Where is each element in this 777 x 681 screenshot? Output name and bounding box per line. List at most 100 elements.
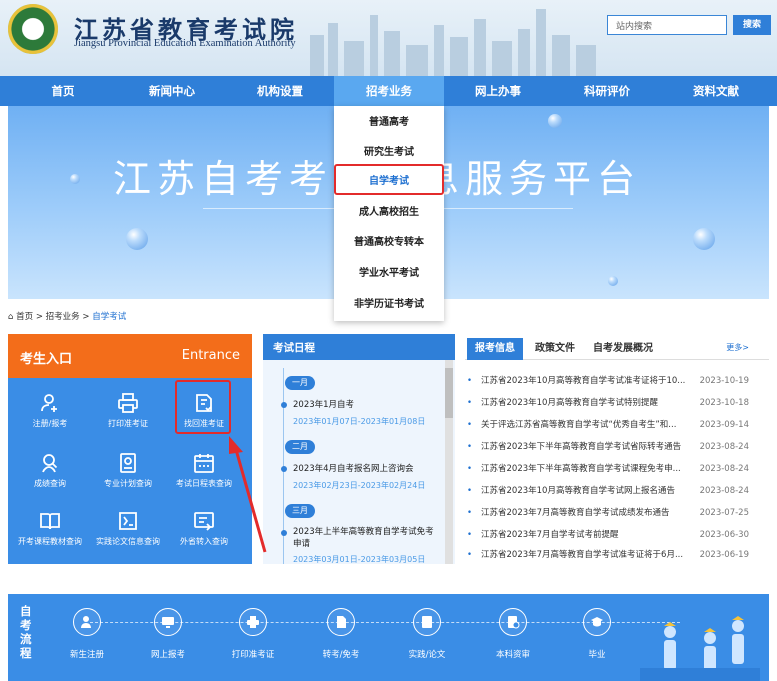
bullet-icon: • <box>467 420 473 430</box>
news-title[interactable]: 关于评选江苏省高等教育自学考试“优秀自考生”和... <box>481 416 691 434</box>
news-title[interactable]: 江苏省2023年下半年高等教育自学考试课程免考申... <box>481 460 691 478</box>
breadcrumb-separator: > <box>82 312 93 322</box>
transfer-icon <box>194 512 214 531</box>
news-item[interactable]: • 江苏省2023年7月高等教育自学考试准考证将于6月... 2023-06-19 <box>465 546 769 564</box>
entrance-exam-schedule[interactable]: 考试日程表查询 <box>164 452 244 489</box>
dropdown-item-adult-admission[interactable]: 成人高校招生 <box>334 198 444 228</box>
event-title[interactable]: 2023年上半年高等教育自学考试免考申请 <box>293 526 441 550</box>
schedule-title: 考试日程 <box>263 334 455 360</box>
nav-item-organization[interactable]: 机构设置 <box>225 76 335 106</box>
bullet-icon: • <box>467 486 473 496</box>
nav-item-admission[interactable]: 招考业务 <box>334 76 444 106</box>
step-practice-paper[interactable]: 实践/论文 <box>392 608 462 660</box>
event-title[interactable]: 2023年4月自考报名网上咨询会 <box>293 462 414 474</box>
news-item[interactable]: • 江苏省2023年10月高等教育自学考试网上报名通告 2023-08-24 <box>465 482 769 500</box>
step-online-apply[interactable]: 网上报考 <box>133 608 203 660</box>
entrance-label: 外省转入查询 <box>180 537 228 546</box>
more-link[interactable]: 更多> <box>726 342 749 353</box>
search-button[interactable]: 搜索 <box>733 15 771 35</box>
news-date: 2023-06-19 <box>699 550 749 560</box>
event-date: 2023年02月23日-2023年02月24日 <box>293 481 426 490</box>
step-label: 打印准考证 <box>231 650 275 660</box>
nav-item-online-services[interactable]: 网上办事 <box>443 76 553 106</box>
month-badge: 三月 <box>285 504 315 518</box>
news-title[interactable]: 江苏省2023年10月高等教育自学考试准考证将于10... <box>481 372 691 390</box>
step-label: 网上报考 <box>150 650 185 660</box>
news-title[interactable]: 江苏省2023年10月高等教育自学考试特别提醒 <box>481 394 691 412</box>
dropdown-item-certificate[interactable]: 非学历证书考试 <box>334 290 444 320</box>
scrollbar-thumb[interactable] <box>445 368 453 418</box>
news-title[interactable]: 江苏省2023年7月自学考试考前提醒 <box>481 526 691 544</box>
entrance-label: 成绩查询 <box>34 479 66 488</box>
calendar-icon <box>194 454 214 473</box>
news-item[interactable]: • 关于评选江苏省高等教育自学考试“优秀自考生”和... 2023-09-14 <box>465 416 769 434</box>
entrance-header: 考生入口 Entrance <box>8 334 252 378</box>
site-logo[interactable] <box>8 4 58 54</box>
decorative-orb <box>70 174 80 184</box>
exam-schedule-panel: 考试日程 一月 2023年1月自考 2023年01月07日-2023年01月08… <box>263 334 455 564</box>
news-item[interactable]: • 江苏省2023年7月高等教育自学考试成绩发布通告 2023-07-25 <box>465 504 769 522</box>
event-date: 2023年03月01日-2023年03月05日 <box>293 555 426 564</box>
entrance-print-admission[interactable]: 打印准考证 <box>88 392 168 429</box>
news-date: 2023-08-24 <box>699 486 749 496</box>
entrance-title-en: Entrance <box>181 348 240 363</box>
entrance-course-books[interactable]: 开考课程教材查询 <box>10 510 90 547</box>
main-nav: 首页 新闻中心 机构设置 招考业务 网上办事 科研评价 资料文献 <box>0 76 777 106</box>
review-icon <box>508 616 520 629</box>
tab-policy-docs[interactable]: 政策文件 <box>527 338 583 360</box>
news-item[interactable]: • 江苏省2023年10月高等教育自学考试特别提醒 2023-10-18 <box>465 394 769 412</box>
event-title[interactable]: 2023年1月自考 <box>293 398 354 410</box>
entrance-register[interactable]: 注册/报考 <box>10 392 90 429</box>
breadcrumb-admission[interactable]: 招考业务 <box>46 312 80 322</box>
entrance-label: 打印准考证 <box>108 419 148 428</box>
breadcrumb-home[interactable]: 首页 <box>16 312 33 322</box>
admission-dropdown-menu: 普通高考 研究生考试 自学考试 成人高校招生 普通高校专转本 学业水平考试 非学… <box>334 106 444 321</box>
news-title[interactable]: 江苏省2023年10月高等教育自学考试网上报名通告 <box>481 482 691 500</box>
news-title[interactable]: 江苏省2023年7月高等教育自学考试成绩发布通告 <box>481 504 691 522</box>
news-title[interactable]: 江苏省2023年7月高等教育自学考试准考证将于6月... <box>481 546 691 564</box>
news-title[interactable]: 江苏省2023年下半年高等教育自学考试省际转考通告 <box>481 438 691 456</box>
news-item[interactable]: • 江苏省2023年7月自学考试考前提醒 2023-06-30 <box>465 526 769 544</box>
step-graduation[interactable]: 毕业 <box>562 608 632 660</box>
nav-item-research[interactable]: 科研评价 <box>552 76 662 106</box>
city-skyline-decoration <box>310 9 596 76</box>
news-item[interactable]: • 江苏省2023年下半年高等教育自学考试省际转考通告 2023-08-24 <box>465 438 769 456</box>
dropdown-item-academic-level[interactable]: 学业水平考试 <box>334 259 444 289</box>
nav-item-home[interactable]: 首页 <box>8 76 118 106</box>
book-icon <box>40 513 60 530</box>
entrance-transfer-in[interactable]: 外省转入查询 <box>164 510 244 547</box>
month-badge: 二月 <box>285 440 315 454</box>
entrance-score-search[interactable]: 成绩查询 <box>10 452 90 489</box>
nav-item-news[interactable]: 新闻中心 <box>117 76 227 106</box>
schedule-scrollbar[interactable] <box>445 360 453 564</box>
bullet-icon: • <box>467 464 473 474</box>
tab-development[interactable]: 自考发展概况 <box>585 338 661 360</box>
dropdown-item-gaokao[interactable]: 普通高考 <box>334 108 444 138</box>
news-item[interactable]: • 江苏省2023年10月高等教育自学考试准考证将于10... 2023-10-19 <box>465 372 769 390</box>
step-new-register[interactable]: 新生注册 <box>52 608 122 660</box>
dropdown-item-upgrade[interactable]: 普通高校专转本 <box>334 228 444 258</box>
printer-icon <box>247 616 259 628</box>
bullet-icon: • <box>467 530 473 540</box>
user-icon <box>81 616 91 628</box>
entrance-label: 考试日程表查询 <box>176 479 232 488</box>
breadcrumb-current[interactable]: 自学考试 <box>92 312 126 322</box>
tab-exam-info[interactable]: 报考信息 <box>467 338 523 360</box>
timeline-dot <box>281 402 287 408</box>
step-print-admission[interactable]: 打印准考证 <box>218 608 288 660</box>
search-input[interactable]: 站内搜索 <box>607 15 727 35</box>
step-bachelor-review[interactable]: 本科资审 <box>478 608 548 660</box>
site-header: 江苏省教育考试院 Jiangsu Provincial Education Ex… <box>0 0 777 76</box>
entrance-major-plan[interactable]: 专业计划查询 <box>88 452 168 489</box>
bullet-icon: • <box>467 398 473 408</box>
step-label: 实践/论文 <box>408 650 446 660</box>
site-subtitle: Jiangsu Provincial Education Examination… <box>74 38 296 49</box>
step-label: 本科资审 <box>495 650 530 660</box>
news-item[interactable]: • 江苏省2023年下半年高等教育自学考试课程免考申... 2023-08-24 <box>465 460 769 478</box>
news-date: 2023-08-24 <box>699 442 749 452</box>
entrance-practice-paper[interactable]: 实践论文信息查询 <box>88 510 168 547</box>
nav-item-documents[interactable]: 资料文献 <box>661 76 771 106</box>
news-panel: 报考信息 政策文件 自考发展概况 更多> • 江苏省2023年10月高等教育自学考… <box>465 334 769 564</box>
step-transfer-exempt[interactable]: 转考/免考 <box>306 608 376 660</box>
news-date: 2023-07-25 <box>699 508 749 518</box>
